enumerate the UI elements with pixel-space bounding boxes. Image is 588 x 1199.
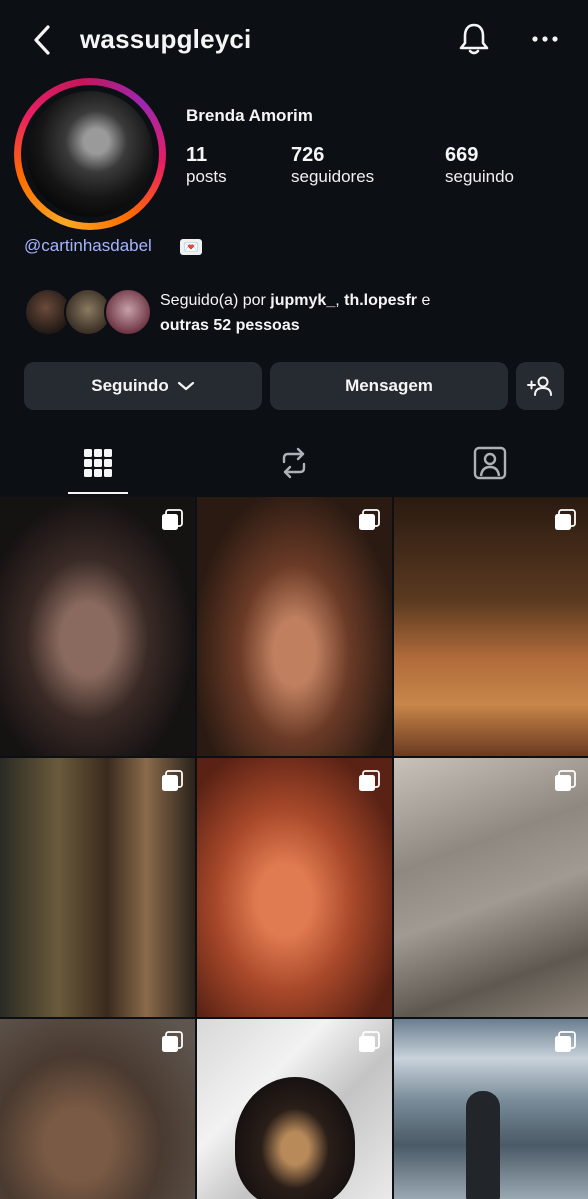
profile-username: wassupgleyci (80, 24, 252, 54)
stat-followers-count: 726 (291, 144, 325, 166)
followed-by-text[interactable]: Seguido(a) por jupmyk_, th.lopesfr e out… (160, 288, 580, 338)
stat-posts-label: posts (186, 167, 227, 186)
post-thumbnail[interactable] (0, 758, 195, 1017)
post-thumbnail[interactable] (0, 497, 195, 756)
tab-posts-grid[interactable] (68, 440, 128, 486)
multiple-photos-icon (555, 770, 576, 791)
post-thumbnail[interactable] (0, 1019, 195, 1199)
bio-link[interactable]: @cartinhasdabel (24, 236, 152, 256)
stat-following-label: seguindo (445, 167, 515, 186)
active-tab-indicator (68, 492, 128, 494)
post-thumbnail[interactable] (394, 758, 588, 1017)
chevron-down-icon (177, 381, 194, 391)
tab-reposts[interactable] (264, 440, 324, 486)
post-thumbnail[interactable] (197, 758, 392, 1017)
profile-avatar[interactable] (14, 78, 166, 230)
multiple-photos-icon (162, 509, 183, 530)
followed-by-others: outras 52 pessoas (160, 317, 300, 334)
stat-posts-count: 11 (186, 144, 208, 166)
stat-following-count: 669 (445, 144, 479, 166)
posts-grid (0, 497, 588, 1199)
stat-posts[interactable]: 11 posts (186, 144, 227, 187)
multiple-photos-icon (555, 509, 576, 530)
post-thumbnail[interactable] (394, 497, 588, 756)
repost-icon (282, 447, 306, 479)
followed-by-conj: e (417, 292, 431, 309)
love-letter-emoji: 💌 (180, 239, 202, 255)
followed-by-prefix: Seguido(a) por (160, 292, 271, 309)
grid-icon (84, 449, 112, 477)
following-button[interactable]: Seguindo (24, 362, 262, 410)
post-thumbnail[interactable] (394, 1019, 588, 1199)
followed-by-user-1: jupmyk_ (270, 292, 336, 309)
post-thumbnail[interactable] (197, 497, 392, 756)
stat-followers-label: seguidores (291, 167, 375, 186)
post-thumbnail[interactable] (197, 1019, 392, 1199)
multiple-photos-icon (359, 770, 380, 791)
following-button-label: Seguindo (91, 376, 169, 395)
followed-by-separator: , (335, 292, 345, 309)
multiple-photos-icon (162, 1031, 183, 1052)
back-icon[interactable] (28, 22, 58, 58)
tagged-person-icon (473, 446, 507, 480)
multiple-photos-icon (359, 509, 380, 530)
bell-icon[interactable] (456, 20, 492, 58)
tab-tagged[interactable] (460, 440, 520, 486)
message-button-label: Mensagem (345, 376, 433, 395)
add-person-icon (527, 376, 552, 396)
stat-following[interactable]: 669 seguindo (445, 144, 514, 187)
multiple-photos-icon (555, 1031, 576, 1052)
avatar-photo (27, 91, 153, 217)
suggested-users-button[interactable] (516, 362, 564, 410)
stat-followers[interactable]: 726 seguidores (291, 144, 374, 187)
multiple-photos-icon (359, 1031, 380, 1052)
mutual-avatar-3 (104, 288, 152, 336)
followed-by-user-2: th.lopesfr (344, 292, 417, 309)
message-button[interactable]: Mensagem (270, 362, 508, 410)
multiple-photos-icon (162, 770, 183, 791)
profile-full-name: Brenda Amorim (186, 106, 313, 125)
more-options-icon[interactable] (528, 28, 562, 50)
